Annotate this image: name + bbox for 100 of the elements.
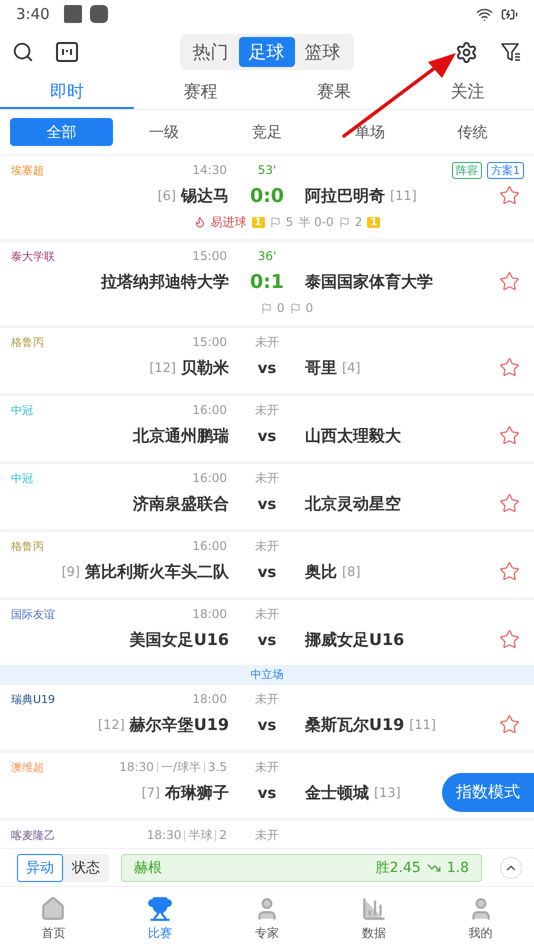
booking-count: 1 [367, 216, 380, 228]
odds-from: 胜2.45 [376, 858, 421, 876]
nav-tab[interactable]: 专家 [214, 887, 320, 950]
league-label: 格鲁丙 [10, 538, 44, 554]
team-rank: [7] [142, 786, 160, 800]
notification-icon [90, 5, 108, 23]
ticker-tab[interactable]: 异动 [17, 854, 63, 882]
home-team: 北京通州鹏瑞 [133, 426, 229, 446]
filter-tab[interactable]: 全部 [10, 118, 113, 146]
team-rank: [8] [342, 564, 360, 580]
versus-label: vs [258, 359, 276, 377]
team-rank: [6] [158, 188, 176, 204]
scoreboard-icon[interactable] [56, 42, 78, 62]
nav-tab[interactable]: 我的 [427, 887, 534, 950]
search-icon[interactable] [12, 41, 34, 63]
league-label: 瑞典U19 [10, 692, 56, 706]
main-tab[interactable]: 关注 [400, 76, 534, 109]
versus-label: vs [258, 784, 276, 802]
away-team: 奥比 [305, 562, 337, 582]
nav-tab[interactable]: 首页 [0, 887, 107, 950]
main-tab[interactable]: 即时 [0, 76, 134, 109]
away-team: 山西太理毅大 [305, 426, 401, 446]
filter-tab[interactable]: 传统 [421, 118, 524, 146]
match-status: 未开 [255, 470, 279, 486]
kickoff-time: 18:30 [146, 828, 182, 842]
versus-label: vs [258, 495, 276, 513]
star-icon[interactable] [499, 714, 520, 735]
clock: 3:40 [16, 5, 50, 23]
sport-tab[interactable]: 足球 [238, 37, 294, 67]
league-label: 格鲁丙 [10, 334, 44, 350]
nav-tab[interactable]: 比赛 [106, 887, 214, 950]
away-team: 泰国国家体育大学 [305, 272, 433, 292]
match-status: 未开 [255, 334, 279, 350]
home-team: 第比利斯火车头二队 [85, 562, 229, 582]
team-rank: [13] [374, 786, 401, 800]
league-label: 泰大学联 [10, 248, 55, 264]
filter-tab[interactable]: 单场 [318, 118, 422, 146]
star-icon[interactable] [499, 357, 520, 378]
star-icon[interactable] [499, 425, 520, 446]
away-team: 桑斯瓦尔U19 [305, 714, 404, 736]
odds-value: 3.5 [208, 760, 227, 774]
index-mode-button[interactable]: 指数模式 [442, 773, 534, 812]
odds-to: 1.8 [446, 860, 469, 876]
versus-label: vs [258, 563, 276, 581]
expand-button[interactable] [500, 856, 522, 878]
sport-tab[interactable]: 热门 [182, 37, 238, 67]
away-team: 金士顿城 [305, 782, 369, 804]
main-tab[interactable]: 赛果 [267, 76, 400, 109]
team-rank: [12] [98, 718, 125, 732]
settings-icon[interactable] [455, 40, 478, 64]
league-label: 埃塞超 [10, 162, 44, 178]
away-team: 北京灵动星空 [305, 494, 401, 514]
corner-count: 0 [276, 301, 284, 315]
away-team: 挪威女足U16 [305, 630, 404, 650]
tag[interactable]: 方案1 [487, 162, 524, 178]
match-status: 未开 [255, 402, 279, 418]
half-time-score: 半 0-0 [298, 214, 334, 230]
home-team: 拉塔纳邦迪特大学 [101, 272, 229, 292]
team-name: 赫根 [134, 858, 163, 876]
odds-value: 2 [219, 828, 227, 842]
team-rank: [4] [342, 360, 360, 376]
home-team: 美国女足U16 [130, 630, 229, 650]
home-team: 赫尔辛堡U19 [130, 714, 229, 736]
match-status: 未开 [255, 538, 279, 554]
star-icon[interactable] [499, 493, 520, 514]
nav-tab[interactable]: 数据 [320, 887, 428, 950]
league-label: 中冠 [10, 402, 33, 418]
home-team: 布琳狮子 [165, 782, 229, 804]
team-rank: [9] [62, 564, 80, 580]
league-label: 澳维超 [10, 760, 44, 774]
filter-tab[interactable]: 一级 [112, 118, 216, 146]
match-status: 53' [258, 163, 276, 177]
corner-count: 5 [286, 215, 294, 229]
kickoff-time: 18:00 [192, 607, 227, 621]
filter-tab[interactable]: 竞足 [216, 118, 318, 146]
sport-tab[interactable]: 篮球 [294, 37, 350, 67]
kickoff-time: 16:00 [192, 471, 227, 485]
corner-flag-icon [290, 302, 300, 314]
star-icon[interactable] [499, 185, 520, 206]
home-team: 锡达马 [181, 186, 229, 206]
team-rank: [12] [149, 360, 176, 376]
star-icon[interactable] [499, 629, 520, 650]
league-label: 喀麦隆乙 [10, 828, 55, 842]
kickoff-time: 15:00 [192, 249, 227, 263]
match-status: 未开 [255, 690, 279, 708]
main-tab[interactable]: 赛程 [134, 76, 267, 109]
corner-flag-icon [338, 216, 350, 228]
corner-flag-icon [270, 216, 281, 228]
odds-value: 半球 [188, 826, 212, 844]
score: 0:0 [250, 185, 284, 207]
star-icon[interactable] [499, 271, 520, 292]
booking-count: 1 [252, 216, 265, 228]
ticker-tab[interactable]: 状态 [63, 854, 109, 882]
kickoff-time: 16:00 [192, 539, 227, 553]
kickoff-time: 15:00 [192, 335, 227, 349]
league-label: 国际友谊 [10, 606, 55, 622]
corner-flag-icon [260, 302, 272, 314]
star-icon[interactable] [499, 561, 520, 582]
filter-icon[interactable] [500, 41, 522, 63]
match-status: 未开 [255, 758, 279, 776]
